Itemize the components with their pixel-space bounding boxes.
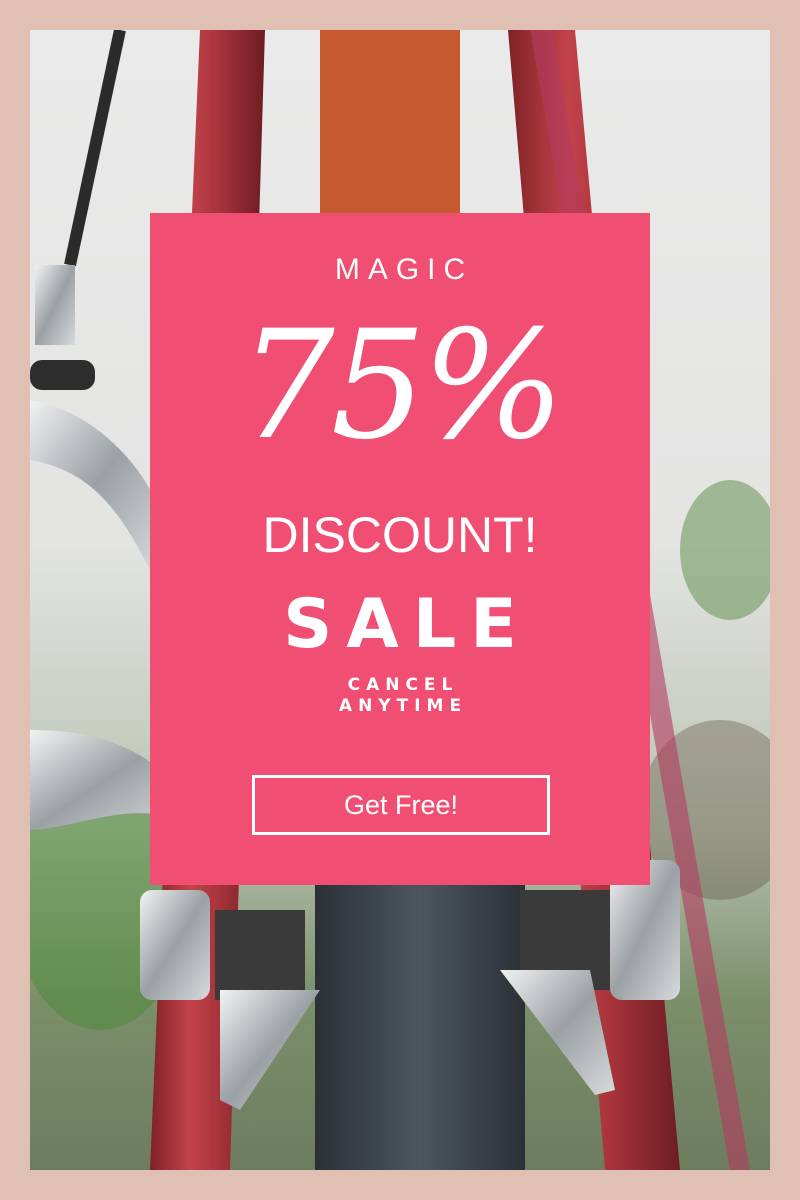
brake-pad-left: [140, 890, 210, 1000]
brake-arm: [30, 400, 160, 570]
discount-percent: 75%: [239, 299, 564, 473]
tagline: CANCEL ANYTIME: [150, 675, 650, 717]
tire: [315, 850, 525, 1170]
promo-card: MAGIC 75% DISCOUNT! SALE CANCEL ANYTIME …: [150, 213, 650, 885]
cable-nut: [30, 360, 95, 390]
tagline-line-2: ANYTIME: [338, 696, 468, 716]
brake-spring-left: [220, 990, 320, 1110]
brake-shoe-left: [215, 910, 305, 1000]
get-free-button[interactable]: Get Free!: [252, 775, 550, 835]
eyebrow-text: MAGIC: [334, 253, 474, 286]
discount-text: DISCOUNT!: [262, 507, 538, 563]
tagline-line-1: CANCEL: [347, 675, 459, 695]
sale-heading: SALE: [283, 585, 531, 664]
foliage-blob: [680, 480, 770, 620]
cable-adjuster: [35, 265, 75, 345]
brake-cable: [64, 30, 126, 267]
